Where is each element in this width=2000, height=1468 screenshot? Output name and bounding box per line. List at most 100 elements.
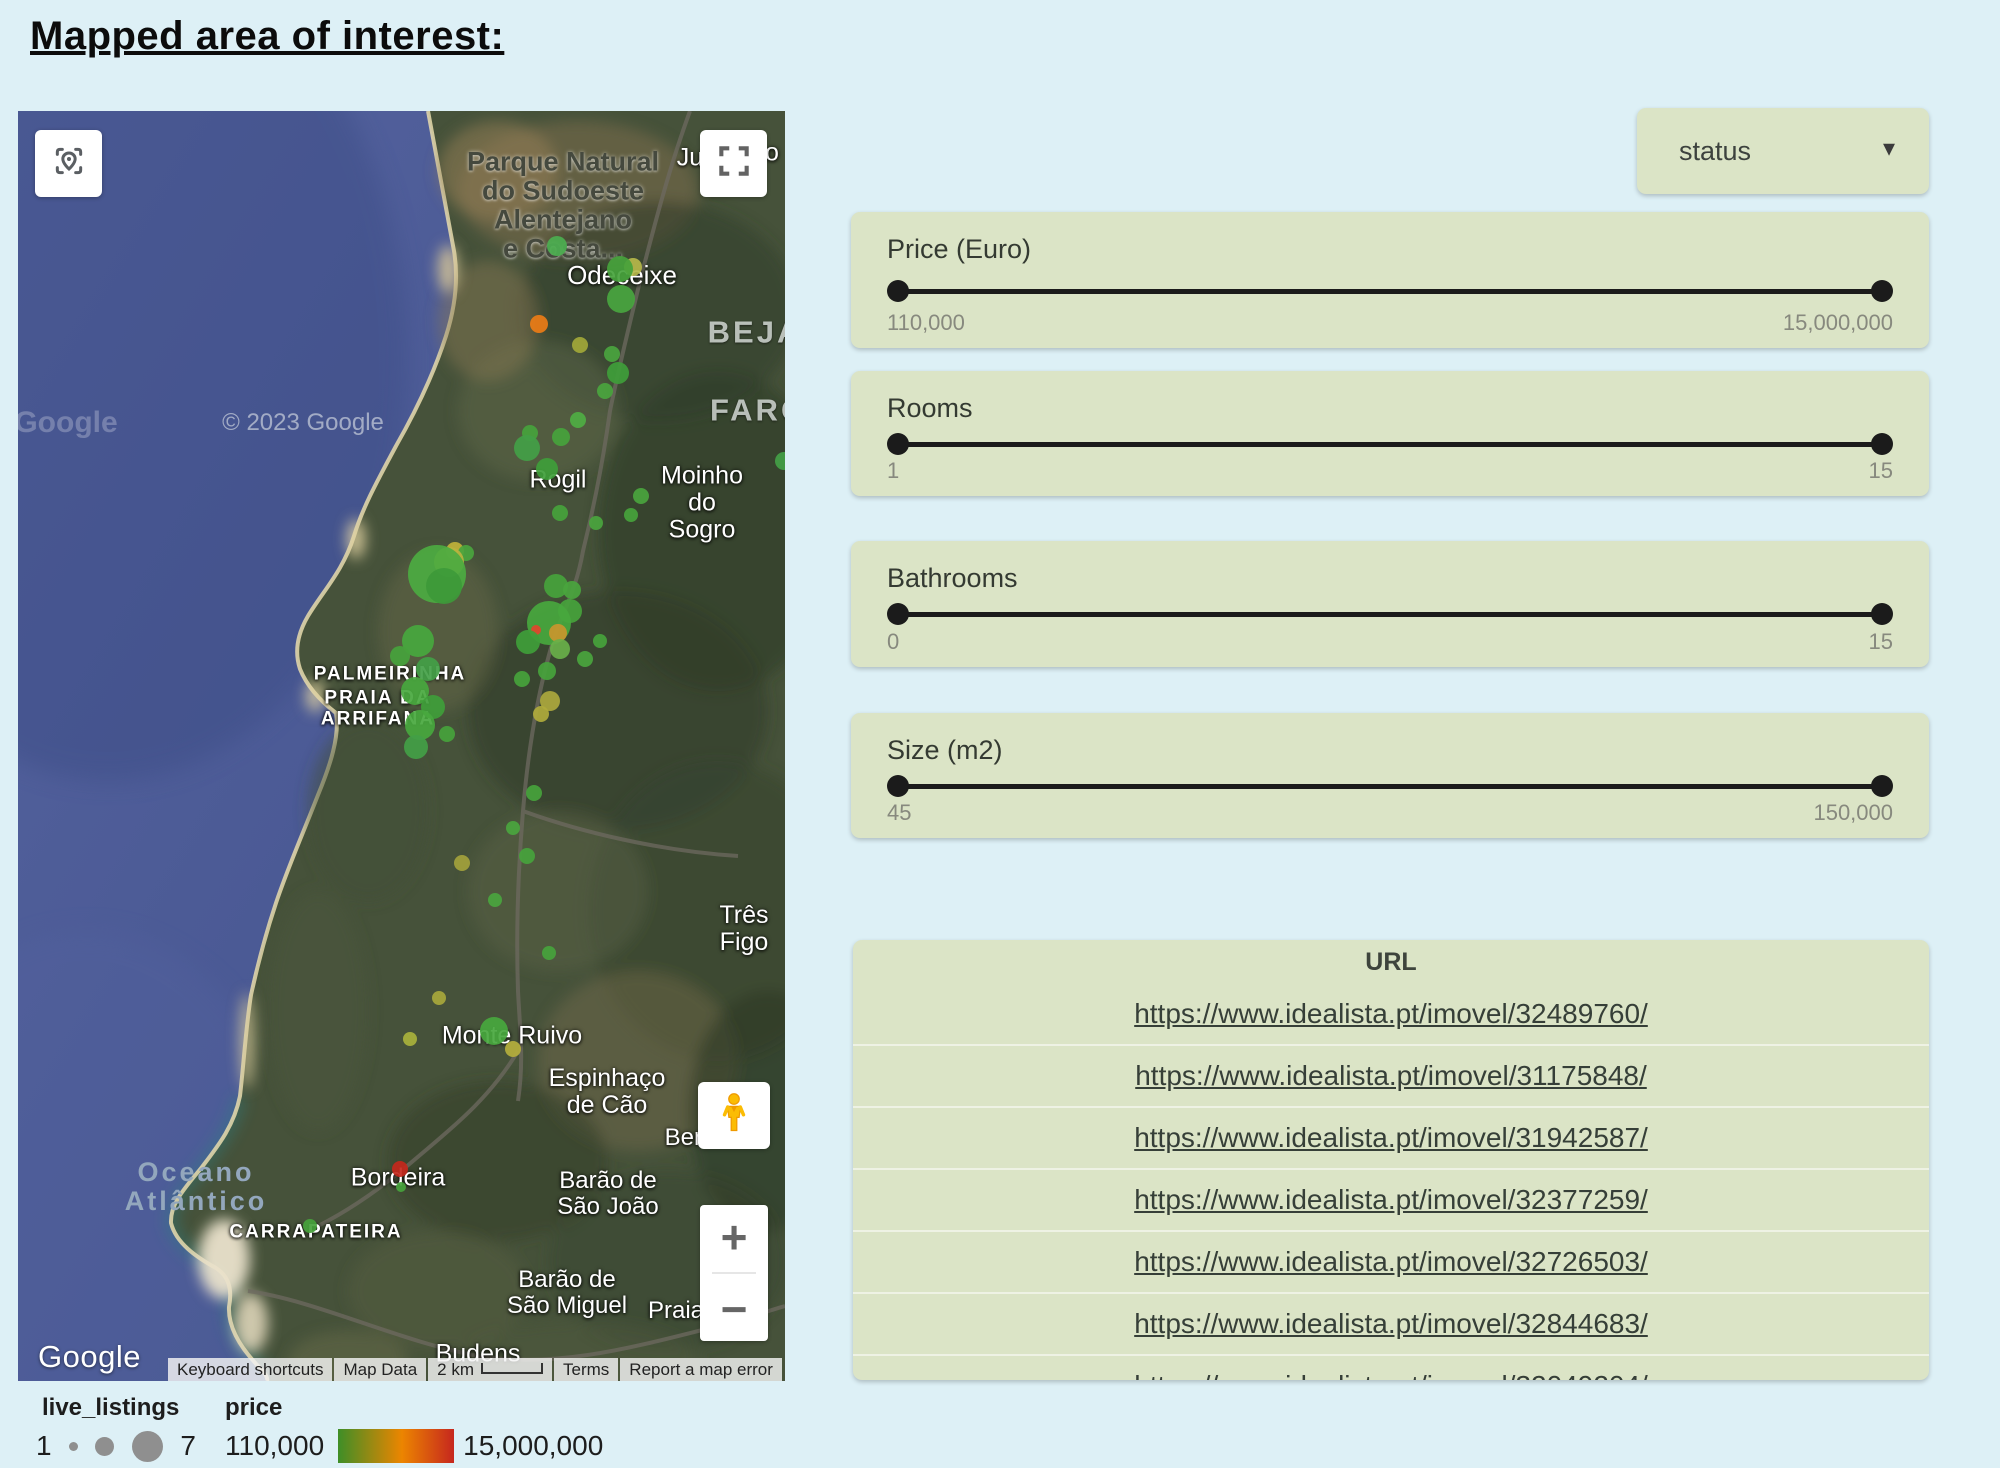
price-max-handle[interactable] — [1871, 280, 1893, 302]
pegman-icon — [713, 1090, 755, 1141]
listing-marker[interactable] — [547, 236, 567, 256]
listing-marker[interactable] — [607, 362, 629, 384]
table-row: https://www.idealista.pt/imovel/32726503… — [853, 1230, 1929, 1292]
listing-marker[interactable] — [542, 946, 556, 960]
listing-marker[interactable] — [570, 412, 586, 428]
price-min-handle[interactable] — [887, 280, 909, 302]
status-dropdown[interactable]: status ▾ — [1637, 108, 1929, 194]
report-map-error-link[interactable]: Report a map error — [620, 1358, 782, 1381]
fullscreen-button[interactable] — [700, 130, 767, 197]
listing-marker[interactable] — [563, 581, 581, 599]
listing-marker[interactable] — [589, 516, 603, 530]
listing-marker[interactable] — [403, 1032, 417, 1046]
listing-marker[interactable] — [396, 1182, 406, 1192]
filter-panel-bathrooms: Bathrooms 0 15 — [851, 541, 1929, 667]
listing-marker[interactable] — [516, 630, 540, 654]
listing-marker[interactable] — [303, 1219, 317, 1233]
table-row: https://www.idealista.pt/imovel/31942587… — [853, 1106, 1929, 1168]
listing-marker[interactable] — [392, 1161, 408, 1177]
map-canvas[interactable]: Parque Natural do Sudoeste Alentejano e … — [18, 111, 785, 1381]
google-logo: Google — [38, 1339, 141, 1375]
map-legend: live_listings 1 7 price 110,000 15,000,0… — [0, 1392, 800, 1468]
map-scale-bar — [481, 1363, 543, 1374]
listing-marker[interactable] — [530, 315, 548, 333]
listing-marker[interactable] — [593, 634, 607, 648]
filter-panel-price: Price (Euro) 110,000 15,000,000 — [851, 212, 1929, 348]
listing-marker[interactable] — [607, 256, 633, 282]
map-data-button[interactable]: Map Data — [334, 1358, 426, 1381]
listing-marker[interactable] — [404, 735, 428, 759]
chevron-down-icon: ▾ — [1883, 134, 1895, 163]
listing-marker[interactable] — [514, 671, 530, 687]
rooms-max-handle[interactable] — [1871, 433, 1893, 455]
slider-track — [897, 612, 1883, 617]
listing-marker[interactable] — [604, 346, 620, 362]
bathrooms-slider-label: Bathrooms — [887, 563, 1018, 594]
zoom-control: + − — [700, 1205, 768, 1341]
size-legend-dot-large — [132, 1431, 163, 1462]
size-min-handle[interactable] — [887, 775, 909, 797]
table-row: https://www.idealista.pt/imovel/32049204… — [853, 1354, 1929, 1380]
zoom-out-button[interactable]: − — [700, 1277, 768, 1341]
listing-marker[interactable] — [538, 662, 556, 680]
price-gradient-bar — [338, 1429, 454, 1463]
listing-marker[interactable] — [488, 893, 502, 907]
rooms-min-handle[interactable] — [887, 433, 909, 455]
listing-marker[interactable] — [426, 568, 462, 604]
listing-marker[interactable] — [552, 428, 570, 446]
fullscreen-icon — [715, 142, 753, 185]
price-min-value: 110,000 — [887, 310, 965, 336]
keyboard-shortcuts-button[interactable]: Keyboard shortcuts — [168, 1358, 332, 1381]
size-max-handle[interactable] — [1871, 775, 1893, 797]
price-legend-title: price — [225, 1394, 282, 1422]
bathrooms-slider[interactable] — [887, 601, 1893, 627]
listing-marker[interactable] — [390, 646, 410, 666]
listing-marker[interactable] — [775, 452, 785, 470]
listing-marker[interactable] — [577, 651, 593, 667]
listing-marker[interactable] — [624, 508, 638, 522]
bathrooms-max-handle[interactable] — [1871, 603, 1893, 625]
listing-marker[interactable] — [550, 639, 570, 659]
listing-marker[interactable] — [552, 505, 568, 521]
rooms-min-value: 1 — [887, 458, 899, 484]
map-attribution-bar: Keyboard shortcuts Map Data 2 km Terms R… — [168, 1358, 785, 1381]
listing-link[interactable]: https://www.idealista.pt/imovel/32489760… — [1134, 998, 1648, 1030]
listing-marker[interactable] — [454, 855, 470, 871]
select-area-button[interactable] — [35, 130, 102, 197]
price-slider[interactable] — [887, 278, 1893, 304]
size-legend-title: live_listings — [42, 1394, 179, 1422]
status-dropdown-label: status — [1679, 136, 1751, 167]
table-row: https://www.idealista.pt/imovel/31175848… — [853, 1044, 1929, 1106]
listing-link[interactable]: https://www.idealista.pt/imovel/32844683… — [1134, 1308, 1648, 1340]
listing-marker[interactable] — [480, 1017, 508, 1045]
listing-link[interactable]: https://www.idealista.pt/imovel/31175848… — [1135, 1060, 1647, 1092]
listing-link[interactable]: https://www.idealista.pt/imovel/32377259… — [1134, 1184, 1648, 1216]
zoom-in-button[interactable]: + — [700, 1205, 768, 1269]
size-slider[interactable] — [887, 773, 1893, 799]
listing-marker[interactable] — [572, 337, 588, 353]
listing-marker[interactable] — [533, 706, 549, 722]
listing-marker[interactable] — [607, 285, 635, 313]
listing-marker[interactable] — [506, 821, 520, 835]
listing-link[interactable]: https://www.idealista.pt/imovel/31942587… — [1134, 1122, 1648, 1154]
map-scale: 2 km — [428, 1358, 552, 1381]
bathrooms-min-handle[interactable] — [887, 603, 909, 625]
listing-link[interactable]: https://www.idealista.pt/imovel/32049204… — [1134, 1370, 1648, 1380]
listing-marker[interactable] — [439, 726, 455, 742]
url-table: URL https://www.idealista.pt/imovel/3248… — [853, 940, 1929, 1380]
page-title: Mapped area of interest: — [30, 14, 504, 59]
price-max-value: 15,000,000 — [1783, 310, 1893, 336]
listing-marker[interactable] — [597, 383, 613, 399]
listing-marker[interactable] — [514, 435, 540, 461]
url-column-header: URL — [853, 940, 1929, 984]
listing-marker[interactable] — [526, 785, 542, 801]
listing-link[interactable]: https://www.idealista.pt/imovel/32726503… — [1134, 1246, 1648, 1278]
terms-link[interactable]: Terms — [554, 1358, 618, 1381]
listing-marker[interactable] — [519, 848, 535, 864]
pegman-button[interactable] — [698, 1082, 770, 1149]
listing-marker[interactable] — [505, 1041, 521, 1057]
listing-marker[interactable] — [432, 991, 446, 1005]
listing-marker[interactable] — [633, 488, 649, 504]
listing-marker[interactable] — [536, 458, 558, 480]
rooms-slider[interactable] — [887, 431, 1893, 457]
